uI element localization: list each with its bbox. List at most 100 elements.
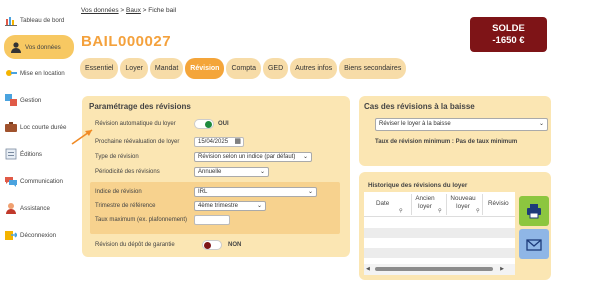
auto-revision-toggle[interactable]	[194, 119, 214, 129]
sidebar-item-label: Gestion	[20, 96, 42, 104]
chevron-down-icon: ⌄	[256, 203, 262, 209]
sidebar-item-label: Déconnexion	[20, 231, 57, 239]
suitcase-icon	[5, 121, 17, 133]
logout-icon	[5, 229, 17, 241]
sidebar-item-label: Mise en location	[20, 69, 65, 77]
gestion-icon	[5, 94, 17, 106]
periodicite-value: Annuelle	[198, 169, 222, 175]
tab-autres-infos[interactable]: Autres infos	[290, 58, 338, 79]
historique-title: Historique des révisions du loyer	[368, 182, 468, 189]
baisse-title: Cas des révisions à la baisse	[364, 102, 475, 111]
taux-max-input[interactable]	[194, 215, 230, 225]
chevron-down-icon: ⌄	[307, 189, 313, 195]
scrollbar-thumb[interactable]	[375, 267, 493, 271]
search-icon[interactable]: ⚲	[438, 208, 442, 214]
prochaine-date-value: 15/04/2025	[198, 139, 229, 145]
horizontal-scrollbar[interactable]: ◀ ▶	[364, 264, 515, 275]
tab-compta[interactable]: Compta	[226, 58, 261, 79]
solde-label: SOLDE	[492, 23, 525, 34]
app-root: Tableau de bord Vos données Mise en loca…	[0, 0, 600, 298]
search-icon[interactable]: ⚲	[399, 208, 403, 214]
breadcrumb-current: Fiche bail	[148, 7, 177, 14]
column-header-date[interactable]: Date	[376, 200, 389, 207]
column-header-revision[interactable]: Révisio	[488, 200, 509, 207]
sidebar-item-mise-en-location[interactable]: Mise en location	[5, 62, 75, 84]
tab-loyer[interactable]: Loyer	[120, 58, 148, 79]
print-button[interactable]	[519, 196, 549, 226]
breadcrumb-link-vos-donnees[interactable]: Vos données	[81, 7, 119, 14]
edit-icon	[5, 148, 17, 160]
sidebar: Tableau de bord Vos données Mise en loca…	[0, 0, 78, 298]
sidebar-item-label: Vos données	[25, 43, 61, 51]
depot-label: Révision du dépôt de garantie	[95, 242, 175, 248]
sidebar-item-assistance[interactable]: Assistance	[5, 197, 75, 219]
periodicite-select[interactable]: Annuelle ⌄	[194, 167, 269, 177]
chevron-down-icon: ⌄	[302, 154, 308, 160]
chevron-down-icon: ⌄	[259, 169, 265, 175]
scroll-left-icon[interactable]: ◀	[366, 266, 370, 272]
table-row	[364, 228, 515, 238]
revisions-card: Paramétrage des révisions Révision autom…	[82, 96, 350, 257]
calendar-icon[interactable]: ▦	[234, 138, 241, 146]
printer-icon	[527, 204, 541, 219]
baisse-card: Cas des révisions à la baisse Réviser le…	[359, 96, 551, 166]
breadcrumb-link-baux[interactable]: Baux	[126, 7, 141, 14]
solde-amount: -1650 €	[492, 35, 525, 46]
baisse-select-value: Réviser le loyer à la baisse	[379, 121, 451, 127]
indice-label: Indice de révision	[95, 189, 142, 195]
prochaine-date-input[interactable]: 15/04/2025 ▦	[194, 137, 244, 147]
revisions-title: Paramétrage des révisions	[89, 102, 191, 111]
chevron-down-icon: ⌄	[538, 121, 544, 127]
sidebar-item-communication[interactable]: Communication	[5, 170, 75, 192]
chat-icon	[5, 175, 17, 187]
search-icon[interactable]: ⚲	[476, 208, 480, 214]
historique-card: Historique des révisions du loyer Date ⚲…	[359, 172, 551, 280]
tab-biens-secondaires[interactable]: Biens secondaires	[339, 58, 407, 79]
sidebar-item-label: Tableau de bord	[20, 16, 65, 24]
indice-select[interactable]: IRL ⌄	[194, 187, 317, 197]
column-divider	[446, 194, 447, 215]
sidebar-item-label: Communication	[20, 177, 63, 185]
scroll-right-icon[interactable]: ▶	[500, 266, 504, 272]
sidebar-item-deconnexion[interactable]: Déconnexion	[5, 224, 75, 246]
arrow-annotation-icon	[71, 129, 93, 145]
column-divider	[482, 194, 483, 215]
column-header-nouveau-loyer[interactable]: Nouveau loyer	[449, 195, 477, 211]
depot-toggle[interactable]	[202, 240, 222, 250]
periodicite-label: Périodicité des révisions	[95, 169, 160, 175]
trimestre-select[interactable]: 4ème trimestre ⌄	[194, 201, 266, 211]
trimestre-label: Trimestre de référence	[95, 203, 156, 209]
breadcrumb: Vos données > Baux > Fiche bail	[81, 7, 176, 14]
column-header-ancien-loyer[interactable]: Ancien loyer	[414, 195, 436, 211]
tab-essentiel[interactable]: Essentiel	[80, 58, 119, 79]
tab-mandat[interactable]: Mandat	[149, 58, 184, 79]
sidebar-item-loc-courte-duree[interactable]: Loc courte durée	[5, 116, 75, 138]
key-icon	[5, 67, 17, 79]
email-button[interactable]	[519, 229, 549, 259]
solde-badge: SOLDE -1650 €	[470, 17, 547, 52]
historique-table: Date ⚲ Ancien loyer ⚲ Nouveau loyer ⚲ Ré…	[364, 192, 515, 275]
sidebar-item-label: Éditions	[20, 150, 43, 158]
taux-max-label: Taux maximum (ex. plafonnement)	[95, 217, 188, 223]
indice-value: IRL	[198, 189, 208, 195]
table-row	[364, 248, 515, 258]
sidebar-item-dashboard[interactable]: Tableau de bord	[5, 9, 75, 31]
sidebar-item-label: Assistance	[20, 204, 50, 212]
type-revision-select[interactable]: Révision selon un indice (par défaut) ⌄	[194, 152, 312, 162]
sidebar-item-label: Loc courte durée	[20, 123, 67, 131]
auto-revision-value: OUI	[218, 121, 229, 127]
sidebar-item-gestion[interactable]: Gestion	[5, 89, 75, 111]
sidebar-item-vos-donnees[interactable]: Vos données	[4, 35, 74, 59]
trimestre-value: 4ème trimestre	[198, 203, 239, 209]
user-icon	[10, 41, 22, 53]
sidebar-item-editions[interactable]: Éditions	[5, 143, 75, 165]
column-divider	[411, 194, 412, 215]
auto-revision-label: Révision automatique du loyer	[95, 121, 176, 127]
taux-minimum-text: Taux de révision minimum : Pas de taux m…	[375, 139, 518, 145]
tab-revision[interactable]: Révision	[185, 58, 225, 79]
type-revision-label: Type de révision	[95, 154, 139, 160]
assistance-icon	[5, 202, 17, 214]
baisse-select[interactable]: Réviser le loyer à la baisse ⌄	[375, 118, 548, 131]
envelope-icon	[526, 239, 542, 251]
tab-ged[interactable]: GED	[262, 58, 289, 79]
